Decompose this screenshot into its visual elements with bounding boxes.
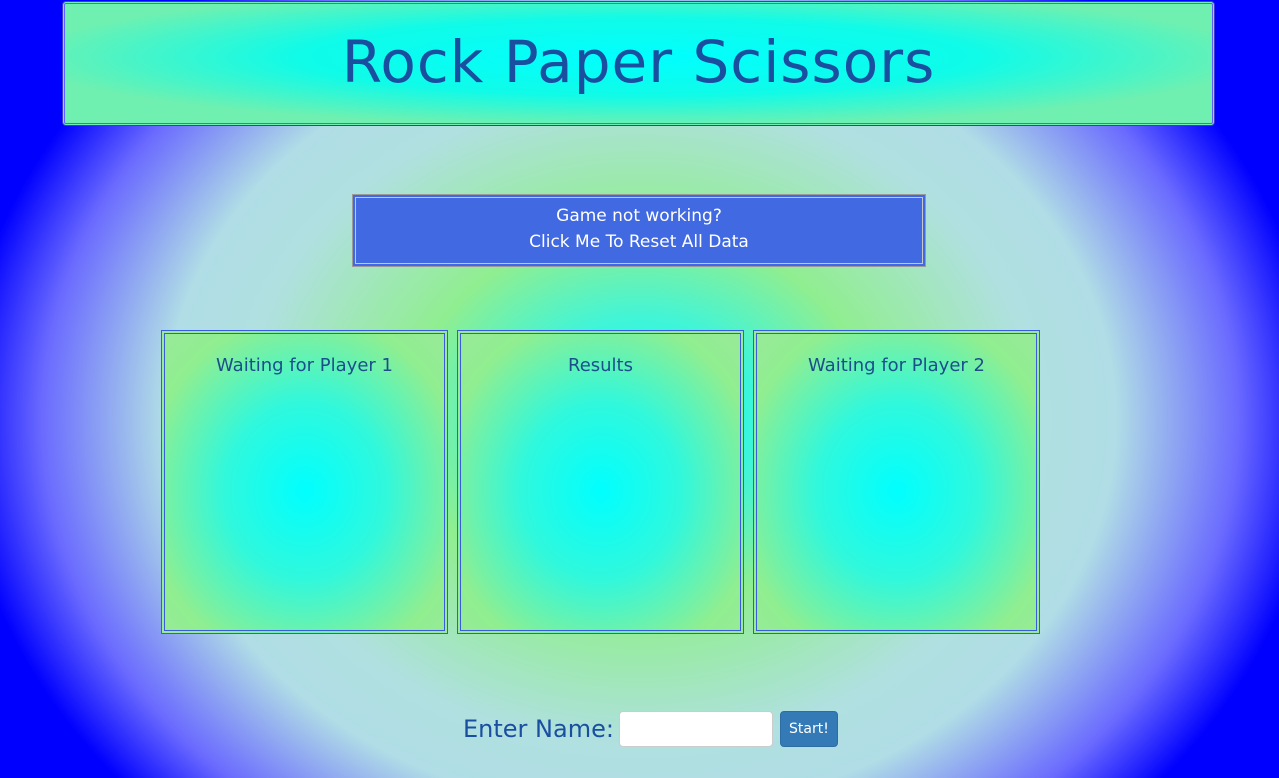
- player-2-panel: Waiting for Player 2: [753, 330, 1040, 634]
- results-panel: Results: [457, 330, 744, 634]
- player-1-panel: Waiting for Player 1: [161, 330, 448, 634]
- results-title: Results: [568, 355, 633, 376]
- name-form: Enter Name: Start!: [463, 709, 838, 749]
- player-2-status: Waiting for Player 2: [808, 355, 985, 376]
- reset-button-line-2: Click Me To Reset All Data: [529, 232, 749, 252]
- start-button[interactable]: Start!: [779, 711, 838, 747]
- title-banner: Rock Paper Scissors: [62, 1, 1215, 126]
- reset-data-button[interactable]: Game not working? Click Me To Reset All …: [352, 194, 926, 267]
- page-title: Rock Paper Scissors: [341, 28, 936, 96]
- reset-button-line-1: Game not working?: [556, 206, 722, 226]
- name-input[interactable]: [618, 711, 773, 747]
- name-label: Enter Name:: [463, 715, 614, 743]
- player-1-status: Waiting for Player 1: [216, 355, 393, 376]
